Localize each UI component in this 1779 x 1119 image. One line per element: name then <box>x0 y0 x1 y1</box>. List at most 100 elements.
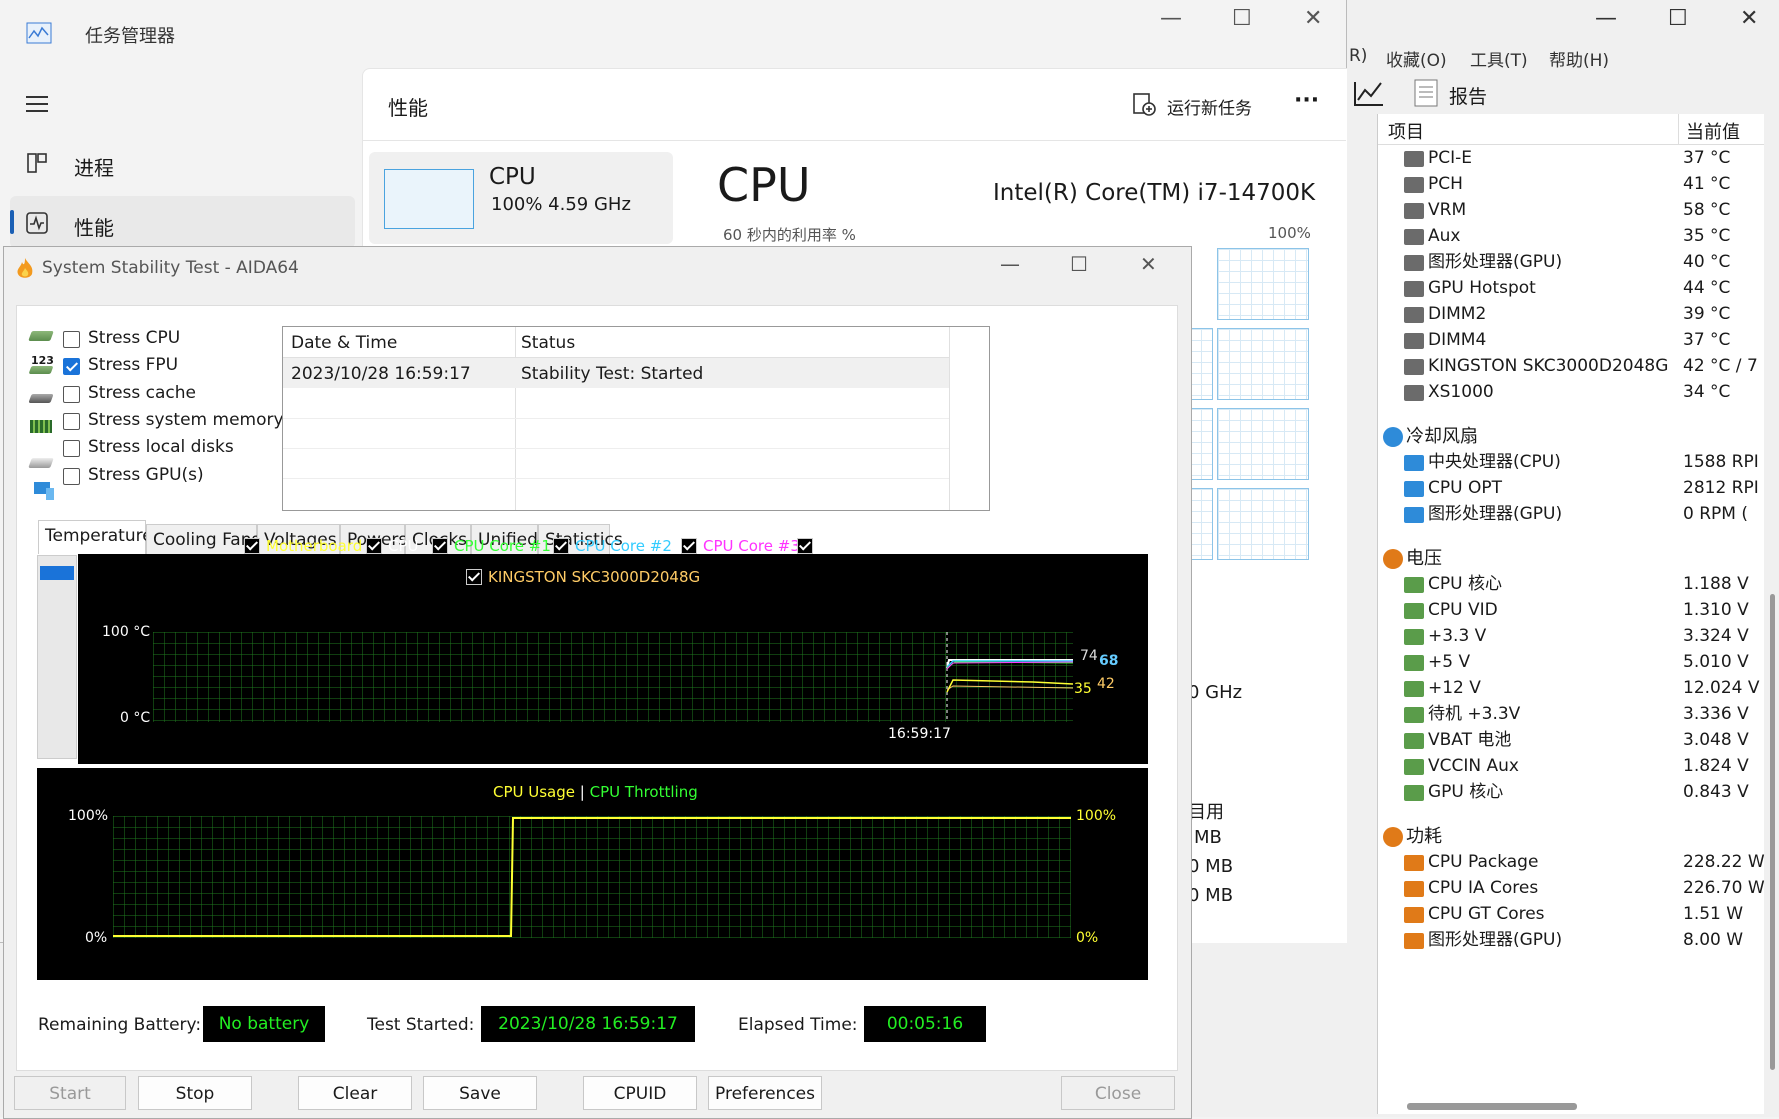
close-icon[interactable]: ✕ <box>1304 6 1322 31</box>
legend-checkbox[interactable] <box>366 538 382 554</box>
nav-processes[interactable]: 进程 <box>74 152 114 181</box>
preferences-button[interactable]: Preferences <box>708 1076 822 1110</box>
stress-checkbox[interactable] <box>63 385 80 403</box>
sensor-row[interactable]: 图形处理器(GPU) 40 °C <box>1378 248 1764 277</box>
sensor-row[interactable]: PCI-E 37 °C <box>1378 144 1764 173</box>
menu-item-favorites[interactable]: 收藏(O) <box>1386 46 1447 71</box>
sensor-row[interactable]: 图形处理器(GPU) 8.00 W <box>1378 926 1764 955</box>
sensor-row[interactable]: 待机 +3.3V 3.336 V <box>1378 700 1764 729</box>
minimize-icon[interactable]: — <box>1595 6 1617 31</box>
close-icon[interactable]: ✕ <box>1740 6 1758 31</box>
sensor-row[interactable]: VRM 58 °C <box>1378 196 1764 225</box>
sensor-row[interactable]: VBAT 电池 3.048 V <box>1378 726 1764 755</box>
log-col-date[interactable]: Date & Time <box>291 333 397 353</box>
maximize-icon[interactable]: ☐ <box>1232 6 1252 31</box>
stress-checkbox[interactable] <box>63 331 80 348</box>
legend-checkbox[interactable] <box>244 538 260 554</box>
tab-cooling-fans[interactable]: Cooling Fans <box>146 524 260 554</box>
maximize-icon[interactable]: ☐ <box>1668 6 1688 31</box>
horizontal-scrollbar[interactable] <box>1377 1098 1763 1114</box>
legend-checkbox[interactable] <box>553 538 569 554</box>
sensor-row[interactable]: CPU 核心 1.188 V <box>1378 570 1764 599</box>
log-col-status[interactable]: Status <box>521 333 575 353</box>
nav-performance[interactable]: 性能 <box>74 212 114 241</box>
sensor-row[interactable]: GPU Hotspot 44 °C <box>1378 274 1764 303</box>
usage-chart-grid <box>113 816 1071 938</box>
report-icon[interactable] <box>1413 78 1439 108</box>
hamburger-icon[interactable] <box>26 92 48 117</box>
minimize-icon[interactable]: — <box>1160 6 1182 31</box>
stress-label[interactable]: Stress FPU <box>88 355 178 375</box>
stop-button[interactable]: Stop <box>138 1076 252 1110</box>
sensor-item-icon <box>1404 177 1424 193</box>
sensor-row[interactable]: CPU OPT 2812 RPI <box>1378 474 1764 503</box>
sensor-row[interactable]: 中央处理器(CPU) 1588 RPI <box>1378 448 1764 477</box>
sensor-row[interactable]: KINGSTON SKC3000D2048G 42 °C / 7 <box>1378 352 1764 381</box>
sensor-row[interactable]: CPU IA Cores 226.70 W <box>1378 874 1765 903</box>
stress-label[interactable]: Stress local disks <box>88 437 234 457</box>
hscrollbar-thumb[interactable] <box>1407 1103 1577 1110</box>
stress-checkbox[interactable] <box>63 440 80 458</box>
tab-temperatures[interactable]: Temperatures <box>38 520 162 554</box>
menu-item-report-frag[interactable]: R) <box>1349 46 1367 66</box>
maximize-icon[interactable]: ☐ <box>1070 252 1088 276</box>
sensor-row[interactable]: PCH 41 °C <box>1378 170 1764 199</box>
legend-checkbox[interactable] <box>681 538 697 554</box>
stress-label[interactable]: Stress cache <box>88 383 196 403</box>
sensor-label: CPU VID <box>1428 600 1498 620</box>
sensor-label: CPU Package <box>1428 852 1539 872</box>
sensor-group-header[interactable]: 功耗 <box>1378 822 1764 851</box>
sensor-row[interactable]: XS1000 34 °C <box>1378 378 1764 407</box>
menu-item-help[interactable]: 帮助(H) <box>1549 46 1609 71</box>
chart-line-icon[interactable] <box>1353 78 1385 108</box>
legend-checkbox[interactable] <box>432 538 448 554</box>
col-item-header[interactable]: 项目 <box>1388 118 1424 144</box>
sensor-row[interactable]: +3.3 V 3.324 V <box>1378 622 1764 651</box>
temp-ymin-label: 0 °C <box>120 710 151 726</box>
minimize-icon[interactable]: — <box>1000 252 1020 276</box>
usage-chart-title: CPU Usage | CPU Throttling <box>493 783 698 801</box>
sensor-group-header[interactable]: 冷却风扇 <box>1378 422 1764 451</box>
sensor-row[interactable]: Aux 35 °C <box>1378 222 1764 251</box>
clear-button[interactable]: Clear <box>298 1076 412 1110</box>
close-icon[interactable]: ✕ <box>1140 252 1157 276</box>
sensor-row[interactable]: CPU Package 228.22 W <box>1378 848 1765 877</box>
legend-checkbox[interactable] <box>466 569 482 585</box>
stress-label[interactable]: Stress GPU(s) <box>88 465 204 485</box>
save-button[interactable]: Save <box>423 1076 537 1110</box>
stress-label[interactable]: Stress CPU <box>88 328 180 348</box>
sensor-group-icon <box>1383 549 1403 569</box>
legend-checkbox[interactable] <box>797 538 813 554</box>
sensor-row[interactable]: GPU 核心 0.843 V <box>1378 778 1764 807</box>
menu-item-tools[interactable]: 工具(T) <box>1470 46 1528 71</box>
cpuid-button[interactable]: CPUID <box>583 1076 697 1110</box>
sensor-row[interactable]: DIMM2 39 °C <box>1378 300 1764 329</box>
scrollbar-thumb[interactable] <box>1770 594 1775 1070</box>
col-value-header[interactable]: 当前值 <box>1686 118 1740 144</box>
run-task-icon[interactable] <box>1132 92 1156 116</box>
sensor-row[interactable]: +5 V 5.010 V <box>1378 648 1764 677</box>
sensor-row[interactable]: CPU GT Cores 1.51 W <box>1378 900 1764 929</box>
sensor-row[interactable]: +12 V 12.024 V <box>1378 674 1764 703</box>
more-options-icon[interactable]: ··· <box>1294 88 1319 113</box>
stress-checkbox[interactable] <box>63 358 80 376</box>
vertical-scrollbar[interactable] <box>1766 114 1779 1114</box>
report-button[interactable]: 报告 <box>1449 82 1487 109</box>
close-button[interactable]: Close <box>1061 1076 1175 1110</box>
legend-label: CPU Core #3 <box>703 537 800 555</box>
sensor-row[interactable]: CPU VID 1.310 V <box>1378 596 1764 625</box>
chart-sidebar-thumb[interactable] <box>40 566 74 580</box>
sensor-label: PCH <box>1428 174 1463 194</box>
run-task-button[interactable]: 运行新任务 <box>1167 94 1252 119</box>
legend-label: CPU Core #1 <box>454 537 551 555</box>
sensor-group-header[interactable]: 电压 <box>1378 544 1764 573</box>
stress-checkbox[interactable] <box>63 467 80 485</box>
sensor-row[interactable]: DIMM4 37 °C <box>1378 326 1764 355</box>
stress-label[interactable]: Stress system memory <box>88 410 284 430</box>
chart-sidebar-scroll[interactable] <box>37 555 77 759</box>
stress-checkbox[interactable] <box>63 412 80 430</box>
nav-performance-bg[interactable] <box>10 196 355 248</box>
sensor-row[interactable]: 图形处理器(GPU) 0 RPM ( <box>1378 500 1764 529</box>
sensor-row[interactable]: VCCIN Aux 1.824 V <box>1378 752 1764 781</box>
start-button[interactable]: Start <box>14 1076 126 1110</box>
